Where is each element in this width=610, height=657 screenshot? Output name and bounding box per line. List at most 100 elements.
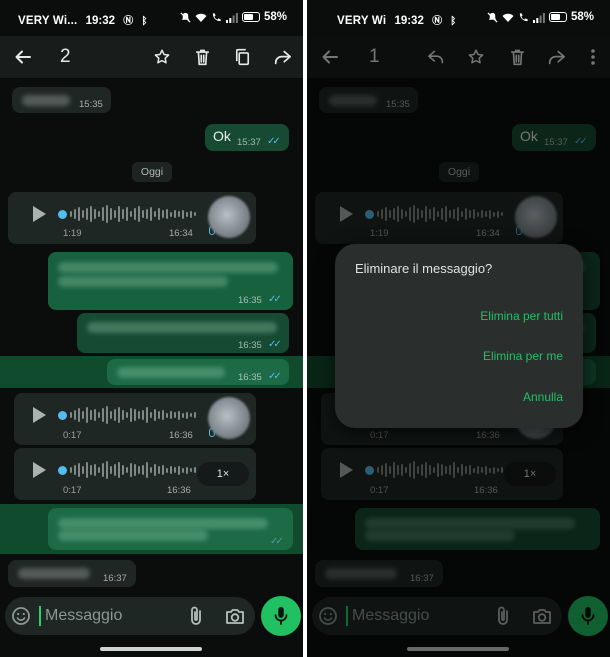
progress-dot[interactable] xyxy=(58,466,67,475)
message-time: 16:35 xyxy=(238,340,262,351)
play-icon[interactable] xyxy=(33,206,46,222)
outgoing-message[interactable]: 16:35 ✓✓ xyxy=(107,359,289,385)
camera-icon[interactable] xyxy=(224,605,246,627)
mute-icon xyxy=(487,11,498,23)
progress-dot[interactable] xyxy=(58,411,67,420)
mute-icon xyxy=(180,11,191,23)
bluetooth-icon: ᛒ xyxy=(141,16,148,27)
message-time: 16:36 xyxy=(167,485,191,496)
incoming-message[interactable]: 15:35 xyxy=(12,87,111,113)
message-time: 15:37 xyxy=(237,137,261,148)
back-button[interactable] xyxy=(11,45,35,69)
play-icon[interactable] xyxy=(33,462,46,478)
outgoing-message[interactable]: Ok 15:37 ✓✓ xyxy=(205,124,289,151)
carrier-name: VERY Wi... xyxy=(18,15,78,27)
arrow-left-icon xyxy=(15,50,31,64)
message-input[interactable] xyxy=(45,606,175,626)
outgoing-message[interactable]: 16:35 ✓✓ xyxy=(77,313,289,353)
waveform[interactable] xyxy=(70,461,196,479)
battery-icon xyxy=(548,12,567,22)
message-time: 16:34 xyxy=(169,228,193,239)
read-ticks-icon: ✓✓ xyxy=(270,536,284,547)
nfc-icon: Ⓝ xyxy=(123,16,134,27)
nfc-icon: Ⓝ xyxy=(432,16,443,27)
blurred-text xyxy=(87,322,277,333)
record-voice-button[interactable] xyxy=(261,596,301,636)
outgoing-message[interactable]: 16:35 ✓✓ xyxy=(48,252,293,310)
trash-icon xyxy=(195,49,209,66)
message-time: 15:35 xyxy=(79,99,103,110)
read-ticks-icon: ✓✓ xyxy=(268,294,282,305)
delete-for-me-button[interactable]: Elimina per me xyxy=(483,349,563,363)
signal-icon xyxy=(532,12,545,23)
star-icon xyxy=(154,49,170,64)
blurred-text xyxy=(18,568,90,579)
text-caret xyxy=(39,606,41,626)
forward-icon xyxy=(274,50,291,64)
wifi-icon xyxy=(502,13,514,22)
outgoing-message[interactable]: ✓✓ xyxy=(48,508,293,550)
avatar[interactable] xyxy=(208,196,250,238)
voice-duration: 0:17 xyxy=(63,485,82,496)
status-time: 19:32 xyxy=(394,15,424,27)
call-wifi-icon xyxy=(212,12,221,21)
message-time: 16:37 xyxy=(103,573,127,584)
date-chip: Oggi xyxy=(132,162,172,182)
playback-speed-button[interactable]: 1× xyxy=(197,462,249,486)
call-wifi-icon xyxy=(519,12,528,21)
message-text: Ok xyxy=(213,128,231,144)
message-time: 16:36 xyxy=(169,430,193,441)
progress-dot[interactable] xyxy=(58,210,67,219)
forward-button[interactable] xyxy=(270,45,294,69)
gesture-nav-bar[interactable] xyxy=(100,647,202,651)
read-ticks-icon: ✓✓ xyxy=(267,136,281,147)
wifi-icon xyxy=(195,13,207,22)
carrier-name: VERY Wi xyxy=(337,15,387,27)
mic-icon xyxy=(274,606,288,626)
message-time: 16:35 xyxy=(238,372,262,383)
message-composer[interactable] xyxy=(5,597,255,635)
battery-percent: 58% xyxy=(263,11,287,23)
signal-icon xyxy=(225,12,238,23)
copy-icon xyxy=(235,48,249,66)
status-time: 19:32 xyxy=(85,15,116,27)
blurred-text xyxy=(58,262,278,273)
voice-message[interactable]: 0:17 16:36 1× xyxy=(14,448,256,500)
phone-screen-right: VERY Wi 19:32 Ⓝ ᛒ 58% 1 xyxy=(307,0,610,657)
waveform[interactable] xyxy=(70,406,196,424)
message-time: 16:35 xyxy=(238,295,262,306)
blurred-text xyxy=(117,367,225,378)
delete-message-dialog: Eliminare il messaggio? Elimina per tutt… xyxy=(335,244,583,428)
read-ticks-icon: ✓✓ xyxy=(268,371,282,382)
status-bar: VERY Wi 19:32 Ⓝ ᛒ 58% xyxy=(307,0,610,36)
voice-message[interactable]: 0:17 16:36 xyxy=(14,393,256,445)
waveform[interactable] xyxy=(70,205,196,223)
selected-count: 2 xyxy=(60,46,71,67)
avatar[interactable] xyxy=(208,397,250,439)
voice-duration: 1:19 xyxy=(63,228,82,239)
status-bar: VERY Wi... 19:32 Ⓝ ᛒ 58% xyxy=(0,0,303,36)
blurred-text xyxy=(58,530,208,541)
voice-duration: 0:17 xyxy=(63,430,82,441)
bluetooth-icon: ᛒ xyxy=(450,16,457,27)
delete-for-everyone-button[interactable]: Elimina per tutti xyxy=(480,309,563,323)
read-ticks-icon: ✓✓ xyxy=(268,339,282,350)
incoming-message[interactable]: 16:37 xyxy=(8,560,136,587)
chat-area[interactable]: 15:35 Ok 15:37 ✓✓ Oggi 1:19 16:34 16:35 … xyxy=(0,78,303,597)
copy-button[interactable] xyxy=(230,45,254,69)
battery-icon xyxy=(241,12,260,22)
play-icon[interactable] xyxy=(33,407,46,423)
battery-percent: 58% xyxy=(570,11,594,23)
dialog-title: Eliminare il messaggio? xyxy=(355,261,493,276)
phone-screen-left: VERY Wi... 19:32 Ⓝ ᛒ 58% 2 15:35 Ok 15:3… xyxy=(0,0,303,657)
selection-toolbar: 2 xyxy=(0,36,303,78)
delete-button[interactable] xyxy=(190,45,214,69)
blurred-text xyxy=(58,518,268,529)
sticker-icon[interactable] xyxy=(11,606,31,626)
blurred-text xyxy=(22,95,70,106)
voice-message[interactable]: 1:19 16:34 xyxy=(8,192,256,244)
star-button[interactable] xyxy=(150,45,174,69)
cancel-button[interactable]: Annulla xyxy=(523,390,563,404)
blurred-text xyxy=(58,276,228,287)
paperclip-icon[interactable] xyxy=(186,605,206,627)
